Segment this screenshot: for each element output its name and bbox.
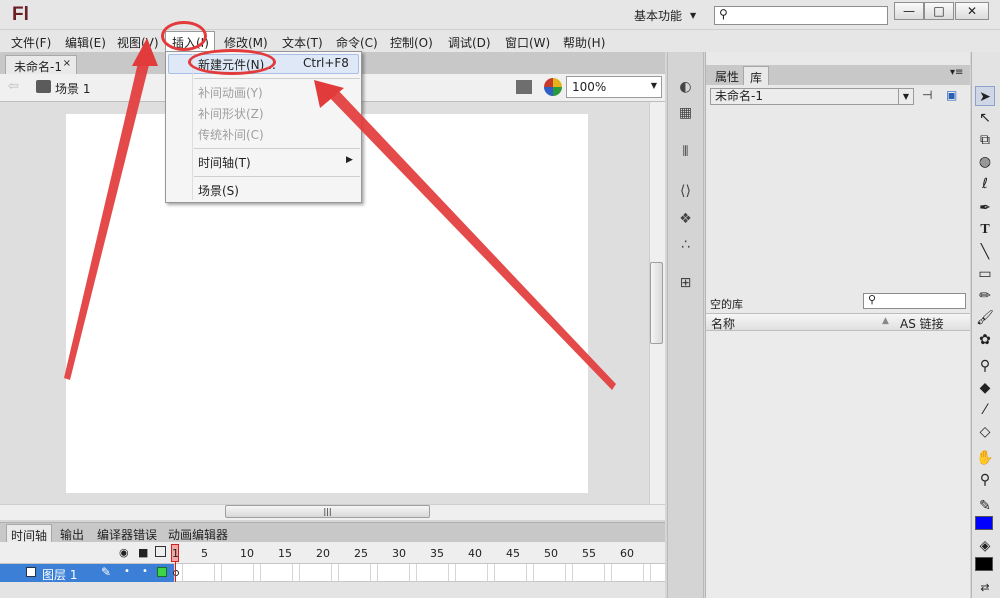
annotation-arrow-right [328,88,616,390]
annotation-arrow-left [64,50,152,380]
annotation-arrows [64,38,616,390]
annotation-arrow-left-head [132,38,158,66]
